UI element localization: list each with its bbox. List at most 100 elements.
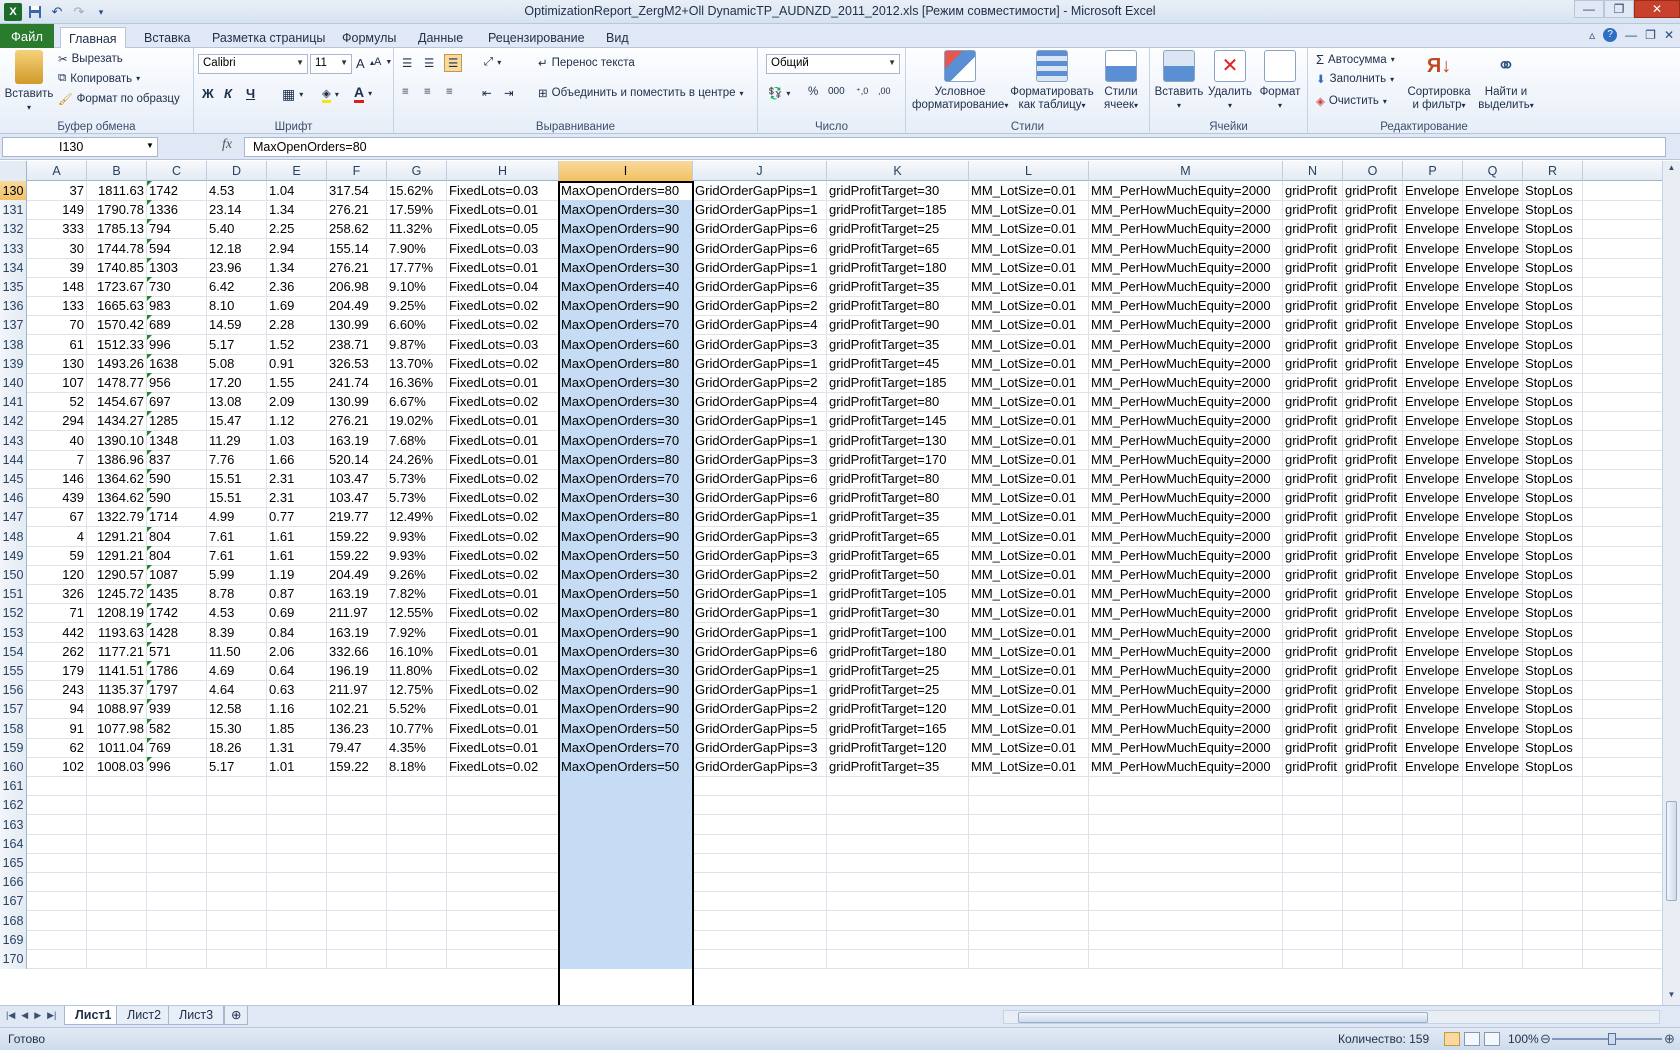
cell-p[interactable]: Envelope — [1403, 411, 1463, 432]
cell-h[interactable]: FixedLots=0.02 — [447, 661, 559, 681]
cell-g[interactable] — [387, 872, 447, 893]
cell-p[interactable] — [1403, 949, 1463, 969]
cell-r[interactable] — [1523, 853, 1583, 873]
cell-i[interactable]: MaxOpenOrders=30 — [559, 200, 693, 221]
cell-a[interactable]: 62 — [27, 737, 87, 758]
cell-g[interactable] — [387, 891, 447, 912]
cell-p[interactable]: Envelope — [1403, 603, 1463, 624]
cell-h[interactable] — [447, 949, 559, 969]
cell-q[interactable]: Envelope — [1463, 277, 1523, 297]
align-right-icon[interactable]: ≡ — [446, 86, 453, 98]
cell-c[interactable]: 804 — [147, 545, 207, 566]
cell-r[interactable]: StopLos — [1523, 737, 1583, 758]
cell-i[interactable]: MaxOpenOrders=90 — [559, 622, 693, 643]
cell-h[interactable]: FixedLots=0.02 — [447, 353, 559, 374]
cell-b[interactable] — [87, 833, 147, 854]
cell-i[interactable]: MaxOpenOrders=90 — [559, 296, 693, 317]
cell-p[interactable] — [1403, 891, 1463, 912]
cell-o[interactable]: gridProfit — [1343, 641, 1403, 662]
cell-b[interactable] — [87, 795, 147, 816]
row-header[interactable]: 131 — [0, 200, 27, 221]
cell-j[interactable]: GridOrderGapPips=4 — [693, 392, 827, 413]
cell-p[interactable]: Envelope — [1403, 699, 1463, 720]
cell-i[interactable]: MaxOpenOrders=50 — [559, 757, 693, 777]
cell-b[interactable]: 1364.62 — [87, 469, 147, 489]
cell-e[interactable]: 1.55 — [267, 373, 327, 393]
cell-o[interactable] — [1343, 795, 1403, 816]
cell-b[interactable]: 1291.21 — [87, 526, 147, 547]
cell-f[interactable] — [327, 929, 387, 950]
cell-j[interactable]: GridOrderGapPips=5 — [693, 718, 827, 739]
cell-d[interactable]: 7.61 — [207, 545, 267, 566]
cell-p[interactable] — [1403, 929, 1463, 950]
cell-i[interactable]: MaxOpenOrders=80 — [559, 353, 693, 374]
cell-g[interactable]: 5.52% — [387, 699, 447, 720]
row-header[interactable]: 151 — [0, 584, 27, 605]
cell-q[interactable]: Envelope — [1463, 219, 1523, 240]
cell-i[interactable] — [559, 853, 693, 873]
cell-m[interactable]: MM_PerHowMuchEquity=2000 — [1089, 545, 1283, 566]
zoom-out-icon[interactable]: ⊖ — [1540, 1031, 1551, 1047]
cell-i[interactable]: MaxOpenOrders=80 — [559, 507, 693, 528]
cell-b[interactable]: 1665.63 — [87, 296, 147, 317]
cell-d[interactable]: 5.17 — [207, 334, 267, 355]
cell-e[interactable]: 1.34 — [267, 200, 327, 221]
cell-m[interactable]: MM_PerHowMuchEquity=2000 — [1089, 718, 1283, 739]
cell-g[interactable]: 13.70% — [387, 353, 447, 374]
cell-j[interactable]: GridOrderGapPips=1 — [693, 622, 827, 643]
cell-f[interactable]: 103.47 — [327, 469, 387, 489]
cell-p[interactable]: Envelope — [1403, 296, 1463, 317]
cell-l[interactable] — [969, 872, 1089, 893]
cell-r[interactable]: StopLos — [1523, 411, 1583, 432]
cell-e[interactable]: 0.77 — [267, 507, 327, 528]
orientation-icon[interactable]: ⤢ ▾ — [484, 56, 501, 69]
cell-h[interactable]: FixedLots=0.01 — [447, 699, 559, 720]
tab-file[interactable]: Файл — [0, 24, 54, 48]
cell-p[interactable]: Envelope — [1403, 757, 1463, 777]
cell-e[interactable]: 1.66 — [267, 449, 327, 470]
underline-button[interactable]: Ч — [246, 86, 255, 101]
formula-input[interactable]: MaxOpenOrders=80 — [244, 137, 1666, 157]
cell-h[interactable]: FixedLots=0.02 — [447, 488, 559, 509]
cell-c[interactable]: 1797 — [147, 680, 207, 701]
copy-button[interactable]: ⧉ Копировать ▾ — [58, 72, 140, 85]
number-format-select[interactable]: Общий ▼ — [766, 54, 900, 74]
cell-c[interactable] — [147, 891, 207, 912]
cell-k[interactable] — [827, 853, 969, 873]
worksheet-grid[interactable]: ABCDEFGHIJKLMNOPQR 130 37 1811.63 1742 4.53 1… — [0, 161, 1662, 1005]
cell-a[interactable]: 333 — [27, 219, 87, 240]
cell-b[interactable]: 1434.27 — [87, 411, 147, 432]
cell-n[interactable] — [1283, 910, 1343, 931]
cell-p[interactable]: Envelope — [1403, 661, 1463, 681]
cell-a[interactable]: 149 — [27, 200, 87, 221]
cell-a[interactable] — [27, 949, 87, 969]
cell-e[interactable]: 1.61 — [267, 526, 327, 547]
cell-e[interactable]: 0.91 — [267, 353, 327, 374]
format-painter-button[interactable]: 🖌 Формат по образцу — [58, 92, 180, 106]
cell-p[interactable]: Envelope — [1403, 315, 1463, 336]
cell-m[interactable]: MM_PerHowMuchEquity=2000 — [1089, 238, 1283, 259]
cell-g[interactable] — [387, 853, 447, 873]
cell-f[interactable]: 332.66 — [327, 641, 387, 662]
cell-g[interactable]: 7.90% — [387, 238, 447, 259]
cell-j[interactable] — [693, 795, 827, 816]
cell-b[interactable]: 1744.78 — [87, 238, 147, 259]
cell-k[interactable] — [827, 929, 969, 950]
cell-g[interactable]: 11.80% — [387, 661, 447, 681]
cell-k[interactable]: gridProfitTarget=25 — [827, 680, 969, 701]
cut-button[interactable]: ✂ Вырезать — [58, 52, 123, 66]
cell-b[interactable]: 1740.85 — [87, 257, 147, 278]
delete-cells-button[interactable]: ✕ Удалить ▾ — [1206, 50, 1254, 112]
cell-q[interactable]: Envelope — [1463, 411, 1523, 432]
row-header[interactable]: 143 — [0, 430, 27, 451]
cell-m[interactable]: MM_PerHowMuchEquity=2000 — [1089, 737, 1283, 758]
cell-d[interactable]: 8.39 — [207, 622, 267, 643]
cell-d[interactable] — [207, 949, 267, 969]
cell-o[interactable]: gridProfit — [1343, 238, 1403, 259]
doc-close-icon[interactable]: ✕ — [1664, 28, 1674, 42]
cell-o[interactable]: gridProfit — [1343, 488, 1403, 509]
cell-a[interactable] — [27, 814, 87, 835]
cell-c[interactable]: 996 — [147, 334, 207, 355]
cell-m[interactable]: MM_PerHowMuchEquity=2000 — [1089, 277, 1283, 297]
cell-j[interactable] — [693, 910, 827, 931]
